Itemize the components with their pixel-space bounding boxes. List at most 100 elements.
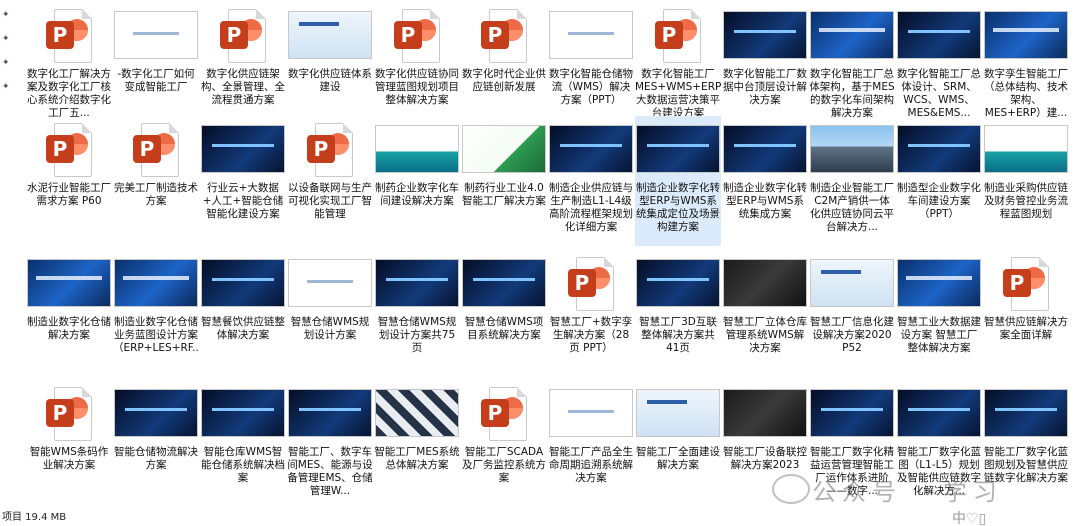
slide-thumbnail bbox=[548, 380, 634, 446]
file-name: 数字化时代企业供应链创新发展 bbox=[462, 68, 546, 93]
file-item[interactable]: P 以设备联网与生产可视化实现工厂智能管理 bbox=[287, 116, 373, 246]
file-item[interactable]: 数字化智能仓储物流（WMS）解决方案（PPT） bbox=[548, 2, 634, 132]
slide-thumbnail bbox=[809, 380, 895, 446]
file-item[interactable]: 数字化智能工厂总体架构，基于MES的数字化车间架构解决方案 bbox=[809, 2, 895, 132]
slide-thumbnail bbox=[722, 2, 808, 68]
file-item[interactable]: 智能工厂、数字车间MES、能源与设备管理EMS、仓储管理W... bbox=[287, 380, 373, 510]
file-item[interactable]: 制造型企业数字化车间建设方案（PPT） bbox=[896, 116, 982, 246]
file-item[interactable]: P 完美工厂制造技术方案 bbox=[113, 116, 199, 246]
powerpoint-file-icon: P bbox=[26, 116, 112, 182]
slide-thumbnail bbox=[374, 250, 460, 316]
slide-thumbnail bbox=[635, 250, 721, 316]
powerpoint-file-icon: P bbox=[983, 250, 1069, 316]
file-name: 智慧仓储WMS项目系统解决方案 bbox=[464, 316, 544, 341]
file-item[interactable]: P 数字化智能工厂MES+WMS+ERP大数据运营决策平台建设方案 bbox=[635, 2, 721, 132]
powerpoint-file-icon: P bbox=[461, 2, 547, 68]
file-item[interactable]: -数字化工厂如何变成智能工厂 bbox=[113, 2, 199, 132]
file-item[interactable]: 制造企业供应链与生产制造L1-L4级高阶流程框架规划化详细方案 bbox=[548, 116, 634, 246]
file-item[interactable]: 制药企业数字化车间建设解决方案 bbox=[374, 116, 460, 246]
slide-thumbnail bbox=[983, 116, 1069, 182]
powerpoint-file-icon: P bbox=[635, 2, 721, 68]
file-item[interactable]: P 数字化时代企业供应链创新发展 bbox=[461, 2, 547, 132]
file-name: 智慧供应链解决方案全面详解 bbox=[984, 316, 1068, 341]
file-item[interactable]: 智能工厂产品全生命周期追溯系统解决方案 bbox=[548, 380, 634, 510]
slide-thumbnail bbox=[548, 116, 634, 182]
slide-thumbnail bbox=[896, 2, 982, 68]
file-item[interactable]: 智能工厂数字化蓝图（L1-L5）规划及智能供应链数字化解决方... bbox=[896, 380, 982, 510]
file-name: 智能WMS条码作业解决方案 bbox=[29, 446, 109, 471]
file-item[interactable]: P 智能工厂SCADA及厂务监控系统方案 bbox=[461, 380, 547, 510]
pin-icon: ✦ bbox=[2, 34, 10, 44]
file-name: 智慧工厂信息化建设解决方案2020 P52 bbox=[810, 316, 894, 354]
file-item[interactable]: P 智慧工厂+数字孪生解决方案（28页 PPT） bbox=[548, 250, 634, 380]
powerpoint-file-icon: P bbox=[26, 380, 112, 446]
slide-thumbnail bbox=[896, 380, 982, 446]
slide-thumbnail bbox=[287, 250, 373, 316]
file-name: 制造企业数字化转型ERP与WMS系统集成方案 bbox=[723, 182, 807, 220]
file-item[interactable]: 数字化智能工厂总体设计、SRM、WCS、WMS、MES&EMS... bbox=[896, 2, 982, 132]
file-name: 数字化智能仓储物流（WMS）解决方案（PPT） bbox=[549, 68, 633, 106]
file-item[interactable]: 制造业数字化仓储业务蓝图设计方案（ERP+LES+RF... bbox=[113, 250, 199, 380]
file-item[interactable]: 制造企业数字化转型ERP与WMS系统集成定位及场景构建方案 bbox=[635, 116, 721, 246]
slide-thumbnail bbox=[722, 116, 808, 182]
file-item[interactable]: P 数字化工厂解决方案及数字化工厂核心系统介绍数字化工厂五... bbox=[26, 2, 112, 132]
file-name: 行业云+大数据+人工+智能仓储智能化建设方案 bbox=[202, 182, 284, 220]
file-name: 制药行业工业4.0智能工厂解决方案 bbox=[462, 182, 546, 207]
powerpoint-file-icon: P bbox=[26, 2, 112, 68]
file-name: 制造业数字化仓储解决方案 bbox=[27, 316, 111, 341]
slide-thumbnail bbox=[461, 250, 547, 316]
file-item[interactable]: 智能仓储物流解决方案 bbox=[113, 380, 199, 510]
file-item[interactable]: 行业云+大数据+人工+智能仓储智能化建设方案 bbox=[200, 116, 286, 246]
file-item[interactable]: 智慧工业大数据建设方案 智慧工厂整体解决方案 bbox=[896, 250, 982, 380]
file-item[interactable]: 智慧餐饮供应链整体解决方案 bbox=[200, 250, 286, 380]
file-item[interactable]: 数字化智能工厂数据中台顶层设计解决方案 bbox=[722, 2, 808, 132]
file-name: 智能仓库WMS智能仓储系统解决档案 bbox=[201, 446, 285, 484]
file-name: 智能工厂全面建设解决方案 bbox=[636, 446, 720, 471]
file-item[interactable]: 制药行业工业4.0智能工厂解决方案 bbox=[461, 116, 547, 246]
file-item[interactable]: P 智能WMS条码作业解决方案 bbox=[26, 380, 112, 510]
pin-icon: ✦ bbox=[2, 58, 10, 68]
file-name: 智能仓储物流解决方案 bbox=[114, 446, 198, 471]
file-name: 数字化工厂解决方案及数字化工厂核心系统介绍数字化工厂五... bbox=[27, 68, 111, 119]
slide-thumbnail bbox=[287, 2, 373, 68]
slide-thumbnail bbox=[200, 250, 286, 316]
file-item[interactable]: 制造企业智能工厂C2M产销供一体化供应链协同云平台解决方... bbox=[809, 116, 895, 246]
file-item[interactable]: 智能工厂MES系统总体解决方案 bbox=[374, 380, 460, 510]
file-name: 制造型企业数字化车间建设方案（PPT） bbox=[897, 182, 981, 220]
file-name: 智慧仓储WMS规划设计方案 bbox=[290, 316, 370, 341]
file-name: 数字化供应链架构、全景管理、全流程贯通方案 bbox=[201, 68, 285, 106]
file-item[interactable]: P 水泥行业智能工厂需求方案 P60 bbox=[26, 116, 112, 246]
file-item[interactable]: 智慧仓储WMS项目系统解决方案 bbox=[461, 250, 547, 380]
file-item[interactable]: 智慧仓储WMS规划设计方案 bbox=[287, 250, 373, 380]
file-item[interactable]: 制造业数字化仓储解决方案 bbox=[26, 250, 112, 380]
file-name: 制造企业智能工厂C2M产销供一体化供应链协同云平台解决方... bbox=[810, 182, 894, 233]
file-item[interactable]: P 智慧供应链解决方案全面详解 bbox=[983, 250, 1069, 380]
file-item[interactable]: 制造业采购供应链及财务管控业务流程蓝图规划 bbox=[983, 116, 1069, 246]
file-item[interactable]: 制造企业数字化转型ERP与WMS系统集成方案 bbox=[722, 116, 808, 246]
file-item[interactable]: P 数字化供应链架构、全景管理、全流程贯通方案 bbox=[200, 2, 286, 132]
slide-thumbnail bbox=[809, 2, 895, 68]
slide-thumbnail bbox=[635, 116, 721, 182]
powerpoint-file-icon: P bbox=[287, 116, 373, 182]
file-item[interactable]: 智慧仓储WMS规划设计方案共75页 bbox=[374, 250, 460, 380]
file-item[interactable]: 数字化供应链体系建设 bbox=[287, 2, 373, 132]
file-item[interactable]: 智慧工厂立体仓库管理系统WMS解决方案 bbox=[722, 250, 808, 380]
slide-thumbnail bbox=[809, 250, 895, 316]
file-item[interactable]: P 数字化供应链协同管理蓝图规划项目整体解决方案 bbox=[374, 2, 460, 132]
file-item[interactable]: 智能工厂数字化蓝图规划及智慧供应链数字化解决方案 bbox=[983, 380, 1069, 510]
file-item[interactable]: 智慧工厂信息化建设解决方案2020 P52 bbox=[809, 250, 895, 380]
file-name: 智能工厂数字化精益运营管理智能工厂运作体系进阶——数字... bbox=[810, 446, 894, 497]
file-name: 智能工厂、数字车间MES、能源与设备管理EMS、仓储管理W... bbox=[287, 446, 373, 497]
file-item[interactable]: 智能工厂设备联控解决方案2023 bbox=[722, 380, 808, 510]
file-item[interactable]: 智能工厂全面建设解决方案 bbox=[635, 380, 721, 510]
file-name: 制造企业数字化转型ERP与WMS系统集成定位及场景构建方案 bbox=[636, 182, 720, 233]
file-name: 智能工厂数字化蓝图规划及智慧供应链数字化解决方案 bbox=[984, 446, 1068, 484]
file-item[interactable]: 数字孪生智能工厂（总体结构、技术架构、MES+ERP）建... bbox=[983, 2, 1069, 132]
slide-thumbnail bbox=[113, 2, 199, 68]
powerpoint-file-icon: P bbox=[200, 2, 286, 68]
slide-thumbnail bbox=[200, 380, 286, 446]
pin-icon: ✦ bbox=[2, 82, 10, 92]
file-item[interactable]: 智慧工厂3D互联整体解决方案共41页 bbox=[635, 250, 721, 380]
file-item[interactable]: 智能仓库WMS智能仓储系统解决档案 bbox=[200, 380, 286, 510]
file-item[interactable]: 智能工厂数字化精益运营管理智能工厂运作体系进阶——数字... bbox=[809, 380, 895, 510]
